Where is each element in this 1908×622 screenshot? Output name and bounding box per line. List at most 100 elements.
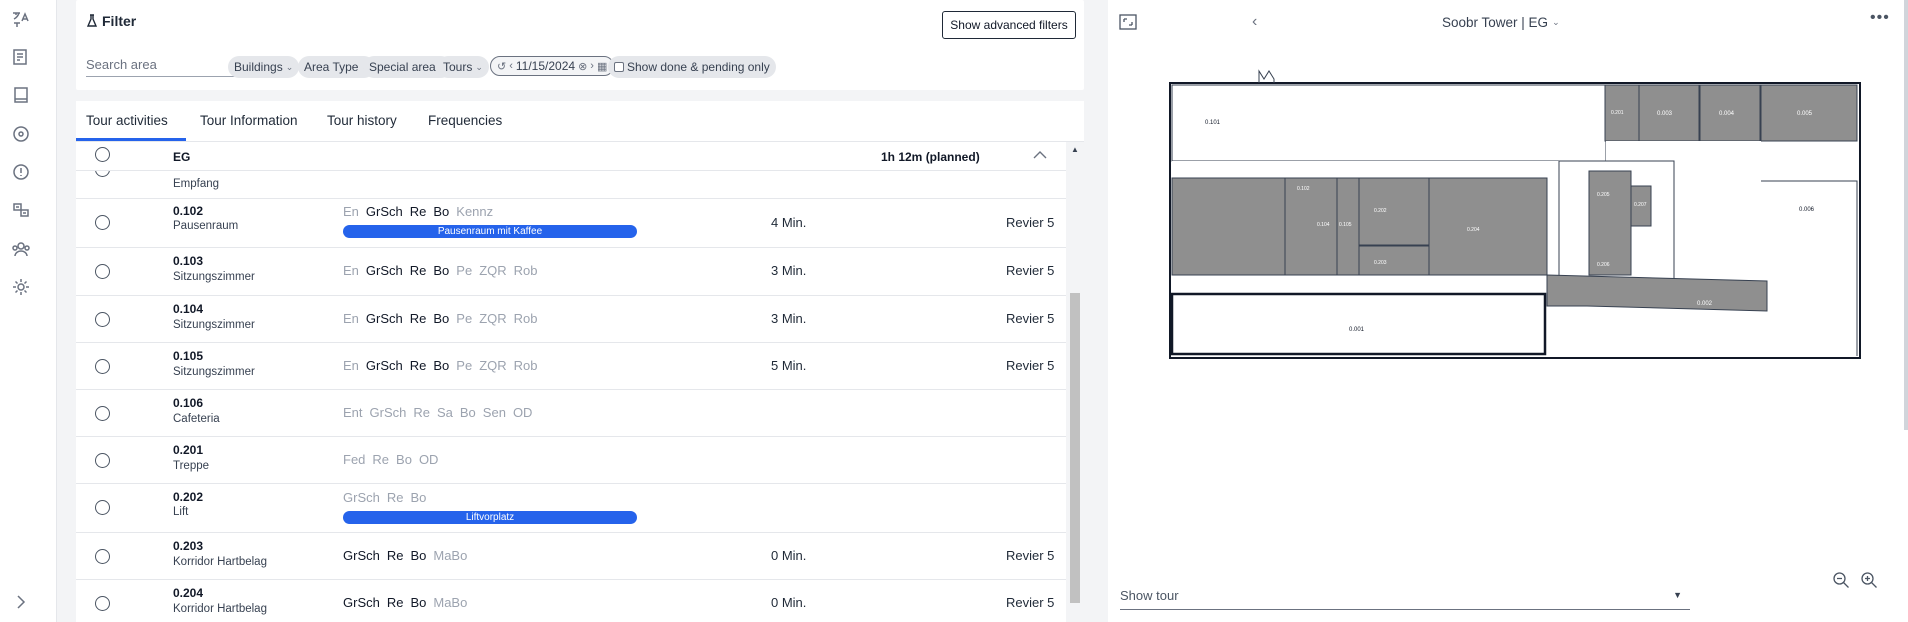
history-icon[interactable]: ↺ <box>497 60 506 73</box>
room-0.102[interactable] <box>1171 177 1286 276</box>
next-date-icon[interactable]: › <box>590 60 594 72</box>
more-icon[interactable]: ••• <box>1870 9 1890 27</box>
prev-date-icon[interactable]: ‹ <box>509 60 513 72</box>
plan-label: 0.201 <box>1611 110 1624 116</box>
room-0.204[interactable] <box>1428 177 1548 276</box>
area-name: Cafeteria <box>173 413 220 425</box>
advanced-filters-button[interactable]: Show advanced filters <box>942 11 1076 39</box>
room-0.202[interactable] <box>1358 177 1430 246</box>
list-item[interactable]: 0.203 Korridor Hartbelag GrSch Re Bo MaB… <box>76 533 1066 580</box>
task-tag: Ent <box>343 405 363 420</box>
target-icon[interactable] <box>10 123 32 145</box>
task-tag: Bo <box>410 490 427 505</box>
task-tag: GrSch <box>365 263 403 278</box>
task-tag: Re <box>386 548 404 563</box>
entrance-mark <box>1258 69 1275 83</box>
row-radio[interactable] <box>95 359 110 374</box>
team-icon[interactable] <box>10 238 32 260</box>
task-tag: GrSch <box>369 405 407 420</box>
gear-icon[interactable] <box>10 276 32 298</box>
zoom-out-icon[interactable] <box>1832 571 1850 589</box>
floor-plan[interactable]: 0.101 0.003 0.004 0.005 0.006 0.001 0.00… <box>1167 66 1867 360</box>
list-item[interactable]: 0.204 Korridor Hartbelag GrSch Re Bo MaB… <box>76 580 1066 622</box>
area-number: 0.204 <box>173 586 204 600</box>
room-0.002[interactable] <box>1546 274 1768 312</box>
row-radio[interactable] <box>95 215 110 230</box>
task-tags: GrSch Re Bo <box>343 490 426 505</box>
row-radio[interactable] <box>95 596 110 611</box>
list-scrollbar[interactable]: ▲ <box>1069 142 1081 604</box>
area-number: 0.104 <box>173 302 204 316</box>
list-item[interactable]: 0.102 Pausenraum En GrSch Re Bo Kennz Pa… <box>76 199 1066 248</box>
room-0.203[interactable] <box>1358 245 1430 276</box>
plan-label: 0.204 <box>1467 227 1480 233</box>
task-tag: Kennz <box>456 204 494 219</box>
floor-selector[interactable]: Soobr Tower | EG ⌄ <box>1442 15 1560 30</box>
plan-label: 0.002 <box>1697 301 1713 307</box>
list-item[interactable]: 0.104 Sitzungszimmer En GrSch Re Bo Pe Z… <box>76 296 1066 343</box>
show-tour-select[interactable]: Show tour ▼ <box>1120 588 1690 610</box>
left-rail <box>0 0 57 622</box>
row-radio[interactable] <box>95 264 110 279</box>
list-item[interactable]: 0.105 Sitzungszimmer En GrSch Re Bo Pe Z… <box>76 343 1066 390</box>
document-icon[interactable] <box>10 46 32 68</box>
zoom-in-icon[interactable] <box>1860 571 1878 589</box>
group-header[interactable]: EG 1h 12m (planned) <box>76 142 1066 171</box>
list-item[interactable]: 0.201 Treppe Fed Re Bo OD <box>76 437 1066 484</box>
alert-icon[interactable] <box>10 161 32 183</box>
tours-filter[interactable]: Tours ⌄ <box>437 56 489 78</box>
language-icon[interactable] <box>10 199 32 221</box>
task-tag: Pe <box>456 311 473 326</box>
task-tag: Bo <box>410 548 427 563</box>
row-radio[interactable] <box>95 406 110 421</box>
buildings-filter[interactable]: Buildings ⌄ <box>228 56 300 78</box>
task-tags: Ent GrSch Re Sa Bo Sen OD <box>343 405 532 420</box>
area-number: 0.105 <box>173 349 204 363</box>
chevron-left-icon[interactable]: ‹ <box>1252 13 1257 31</box>
scroll-up-icon[interactable]: ▲ <box>1071 145 1079 154</box>
list-item[interactable]: 0.202 Lift GrSch Re Bo Liftvorplatz <box>76 484 1066 533</box>
room-0.206[interactable] <box>1588 170 1632 276</box>
done-pending-checkbox[interactable] <box>614 62 624 72</box>
filter-heading: Filter <box>86 13 136 29</box>
clear-icon[interactable]: ⊗ <box>578 60 587 73</box>
task-tag: En <box>343 358 359 373</box>
panel-scrollbar[interactable] <box>1904 0 1908 430</box>
task-tag: GrSch <box>343 595 380 610</box>
done-pending-toggle[interactable]: Show done & pending only <box>608 56 776 78</box>
task-tag: Bo <box>433 263 450 278</box>
calendar-icon[interactable]: ▦ <box>597 60 607 73</box>
room-0.101[interactable] <box>1171 84 1607 162</box>
area-name: Sitzungszimmer <box>173 319 255 331</box>
row-radio[interactable] <box>95 549 110 564</box>
dropdown-arrow-icon: ▼ <box>1673 590 1682 600</box>
chevron-down-icon: ⌄ <box>1552 17 1560 27</box>
tab-tour-history[interactable]: Tour history <box>327 113 397 128</box>
tab-tour-information[interactable]: Tour Information <box>200 113 298 128</box>
duration: 0 Min. <box>771 595 807 610</box>
tab-tour-activities[interactable]: Tour activities <box>86 113 168 128</box>
plan-label: 0.205 <box>1597 192 1610 198</box>
chevron-right-icon[interactable] <box>10 591 32 613</box>
chevron-up-icon[interactable] <box>1033 148 1047 162</box>
room-0.001[interactable] <box>1170 292 1547 356</box>
area-type-filter-label: Area Type <box>304 60 359 74</box>
tab-frequencies[interactable]: Frequencies <box>428 113 502 128</box>
translate-icon[interactable] <box>10 9 32 31</box>
book-icon[interactable] <box>10 84 32 106</box>
special-area-pill: Liftvorplatz <box>343 511 637 524</box>
expand-icon[interactable] <box>1119 14 1137 30</box>
task-tag: GrSch <box>343 490 380 505</box>
task-tag: ZQR <box>479 311 507 326</box>
row-radio[interactable] <box>95 453 110 468</box>
group-radio[interactable] <box>95 147 110 162</box>
row-radio[interactable] <box>95 312 110 327</box>
list-item[interactable]: 0.106 Cafeteria Ent GrSch Re Sa Bo Sen O… <box>76 390 1066 437</box>
chevron-down-icon: ⌄ <box>475 61 483 72</box>
task-tag: Bo <box>433 311 450 326</box>
list-item[interactable]: 0.103 Sitzungszimmer En GrSch Re Bo Pe Z… <box>76 248 1066 296</box>
scroll-thumb[interactable] <box>1070 293 1080 603</box>
plan-label: 0.202 <box>1374 208 1387 214</box>
date-picker[interactable]: ↺ ‹ 11/15/2024 ⊗ › ▦ <box>490 56 615 76</box>
row-radio[interactable] <box>95 500 110 515</box>
